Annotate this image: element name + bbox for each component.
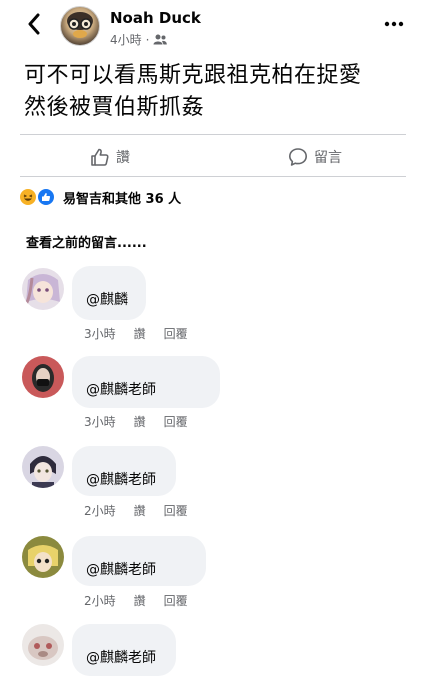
comment-like-button[interactable]: 讚 (134, 592, 146, 609)
commenter-avatar[interactable] (22, 268, 64, 310)
comment-text: @麒麟 (86, 292, 128, 308)
post-time[interactable]: 4小時 (110, 31, 142, 48)
comment-label: 留言 (314, 150, 342, 166)
comment-icon (289, 148, 307, 166)
comment-button[interactable]: 留言 (288, 142, 342, 172)
comment-time: 3小時 (84, 415, 116, 429)
commenter-name[interactable] (86, 452, 162, 468)
like-icon (37, 188, 55, 206)
post-header: Noah Duck 4小時 · (0, 0, 422, 56)
post-meta: 4小時 · (110, 31, 168, 48)
commenter-name[interactable] (86, 542, 192, 558)
haha-icon (20, 189, 36, 205)
more-dots-icon (384, 21, 404, 27)
comment-like-button[interactable]: 讚 (134, 502, 146, 519)
more-options-button[interactable] (382, 14, 406, 34)
comment-actions: 2小時 讚 回覆 (84, 502, 188, 519)
comment-text: @麒麟老師 (86, 562, 156, 578)
reactions-summary[interactable]: 易智吉和其他 36 人 (20, 186, 181, 208)
comment-time: 2小時 (84, 504, 116, 518)
commenter-avatar[interactable] (22, 536, 64, 578)
author-avatar-image (67, 12, 93, 38)
comment-text: @麒麟老師 (86, 650, 156, 666)
comment-like-button[interactable]: 讚 (134, 413, 146, 430)
comment-bubble[interactable]: @麒麟老師 (72, 624, 176, 676)
comment-bubble[interactable]: @麒麟老師 (72, 536, 206, 586)
comment-text: @麒麟老師 (86, 472, 156, 488)
comment-bubble[interactable]: @麒麟 (72, 266, 146, 320)
like-label: 讚 (116, 150, 130, 166)
comment-actions: 2小時 讚 回覆 (84, 592, 188, 609)
chevron-left-icon (28, 13, 40, 35)
comment-reply-button[interactable]: 回覆 (164, 502, 188, 519)
comment-actions: 3小時 讚 回覆 (84, 325, 188, 342)
back-button[interactable] (22, 12, 46, 36)
view-previous-comments[interactable]: 查看之前的留言...... (26, 232, 147, 251)
comment-actions: 3小時 讚 回覆 (84, 413, 188, 430)
reactions-text: 易智吉和其他 36 人 (63, 191, 182, 207)
commenter-avatar[interactable] (22, 356, 64, 398)
comment-time: 2小時 (84, 594, 116, 608)
like-button[interactable]: 讚 (90, 142, 130, 172)
comment-like-button[interactable]: 讚 (134, 325, 146, 342)
comment-reply-button[interactable]: 回覆 (164, 592, 188, 609)
post-page: Noah Duck 4小時 · 可不可以看馬斯克跟祖克柏在捉愛 然後被賈伯斯抓姦 (0, 0, 422, 680)
thumbs-up-icon (91, 148, 109, 166)
comment-text: @麒麟老師 (86, 382, 156, 398)
divider-top (20, 134, 406, 135)
comment-reply-button[interactable]: 回覆 (164, 413, 188, 430)
comment-bubble[interactable]: @麒麟老師 (72, 446, 176, 496)
divider-bottom (20, 176, 406, 177)
commenter-name[interactable] (86, 272, 132, 288)
separator-dot: · (145, 32, 150, 47)
comment-time: 3小時 (84, 327, 116, 341)
author-name[interactable]: Noah Duck (110, 9, 201, 27)
commenter-avatar[interactable] (22, 446, 64, 488)
comment-reply-button[interactable]: 回覆 (164, 325, 188, 342)
post-text: 可不可以看馬斯克跟祖克柏在捉愛 然後被賈伯斯抓姦 (24, 63, 362, 120)
commenter-name[interactable] (86, 630, 162, 646)
friends-icon (153, 34, 168, 45)
commenter-name[interactable] (86, 362, 206, 378)
author-avatar[interactable] (60, 6, 100, 46)
commenter-avatar[interactable] (22, 624, 64, 666)
comment-bubble[interactable]: @麒麟老師 (72, 356, 220, 408)
